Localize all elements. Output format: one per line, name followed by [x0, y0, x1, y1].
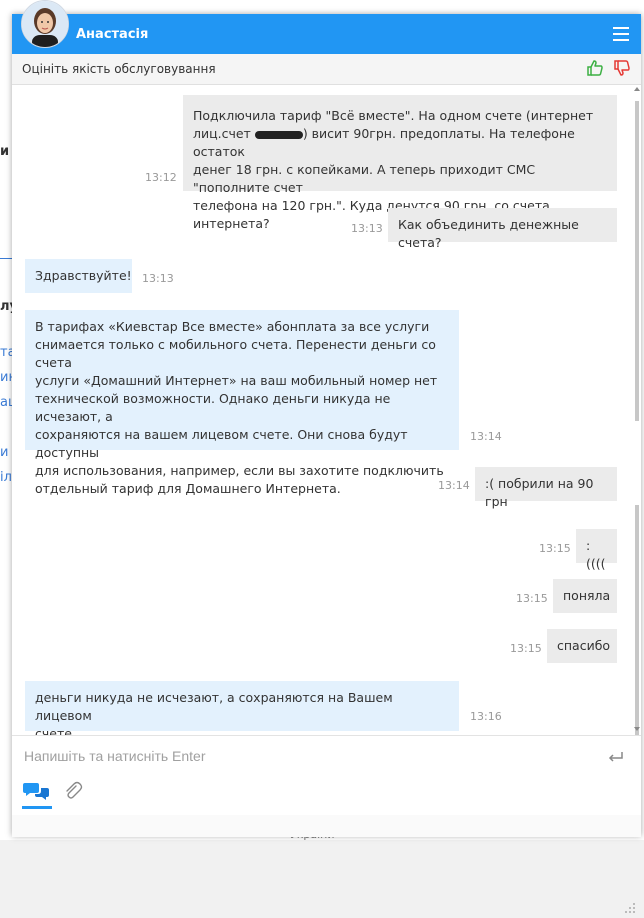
message-incoming: Здравствуйте! [25, 259, 132, 293]
message-line: Подключила тариф "Всё вместе". На одном … [193, 108, 594, 123]
message-line: Как объединить денежные счета? [398, 217, 579, 250]
message-line: поняла [563, 588, 611, 603]
scroll-down-icon[interactable] [634, 727, 640, 731]
message-line: сохраняются на вашем лицевом счете. Они … [35, 427, 408, 460]
message-fragment: лиц.счет [193, 126, 251, 141]
message-time: 13:16 [470, 710, 502, 723]
message-line: для использования, например, если вы зах… [35, 463, 444, 478]
message-line: спасибо [557, 638, 611, 653]
message-outgoing: :(((( [576, 529, 617, 571]
message-line: денег 18 грн. с копейками. А теперь прих… [193, 162, 536, 195]
scrollbar-track-segment [635, 505, 639, 745]
rating-label: Оцініть якість обслуговування [22, 62, 216, 76]
agent-avatar [21, 0, 69, 48]
chat-widget: Анастасія Оцініть якість обслуговування … [12, 14, 641, 913]
message-incoming: деньги никуда не исчезают, а сохраняются… [25, 681, 459, 735]
message-time: 13:15 [539, 542, 571, 555]
message-line: технической возможности. Однако деньги н… [35, 391, 391, 424]
message-line: :( побрили на 90 грн [485, 476, 594, 509]
message-fragment: ) висит 90грн. предоплаты. На телефоне о… [193, 126, 575, 159]
message-time: 13:15 [516, 592, 548, 605]
thumbs-down-icon[interactable] [613, 59, 631, 77]
scrollbar-thumb[interactable] [635, 101, 639, 421]
message-outgoing: спасибо [547, 629, 617, 663]
message-time: 13:15 [510, 642, 542, 655]
message-line: В тарифах «Киевстар Все вместе» абонплат… [35, 319, 430, 334]
message-time: 13:12 [145, 171, 177, 184]
widget-footer [12, 815, 641, 913]
hamburger-icon[interactable] [613, 27, 629, 41]
message-line: :(((( [586, 538, 606, 571]
chat-header: Анастасія [12, 14, 641, 54]
redaction-scribble [254, 130, 303, 139]
background-link[interactable]: іл [0, 470, 12, 485]
message-line: лиц.счет ) висит 90грн. предоплаты. На т… [193, 125, 607, 161]
message-line: счете [35, 726, 72, 735]
background-divider [0, 258, 12, 259]
message-line: снимается только с мобильного счета. Пер… [35, 337, 436, 370]
message-outgoing: Подключила тариф "Всё вместе". На одном … [183, 95, 617, 231]
message-outgoing: поняла [553, 579, 617, 613]
message-outgoing: :( побрили на 90 грн [475, 467, 617, 509]
message-list[interactable]: Подключила тариф "Всё вместе". На одном … [12, 85, 641, 735]
resize-grip-icon[interactable] [624, 899, 636, 913]
enter-key-icon[interactable] [608, 748, 624, 762]
rating-bar: Оцініть якість обслуговування [12, 54, 641, 85]
message-line: Здравствуйте! [35, 268, 132, 283]
message-time: 13:13 [142, 272, 174, 285]
message-incoming: В тарифах «Киевстар Все вместе» абонплат… [25, 310, 459, 496]
background-fragment: и [0, 144, 10, 159]
background-link[interactable]: и [0, 445, 8, 460]
message-time: 13:13 [351, 222, 383, 235]
chat-bubbles-icon[interactable] [22, 780, 52, 809]
paperclip-icon[interactable] [62, 780, 84, 804]
message-line: услуги «Домашний Интернет» на ваш мобиль… [35, 373, 438, 388]
message-line: отдельный тариф для Домашнего Интернета. [35, 481, 341, 496]
scroll-up-icon[interactable] [634, 87, 640, 91]
thumbs-up-icon[interactable] [586, 59, 604, 77]
message-time: 13:14 [438, 479, 470, 492]
message-input[interactable] [22, 744, 606, 768]
composer [12, 735, 641, 913]
message-scrollbar[interactable] [632, 85, 641, 745]
message-time: 13:14 [470, 430, 502, 443]
message-line: деньги никуда не исчезают, а сохраняются… [35, 690, 393, 723]
agent-name: Анастасія [76, 27, 149, 42]
message-outgoing: Как объединить денежные счета? [388, 208, 617, 250]
